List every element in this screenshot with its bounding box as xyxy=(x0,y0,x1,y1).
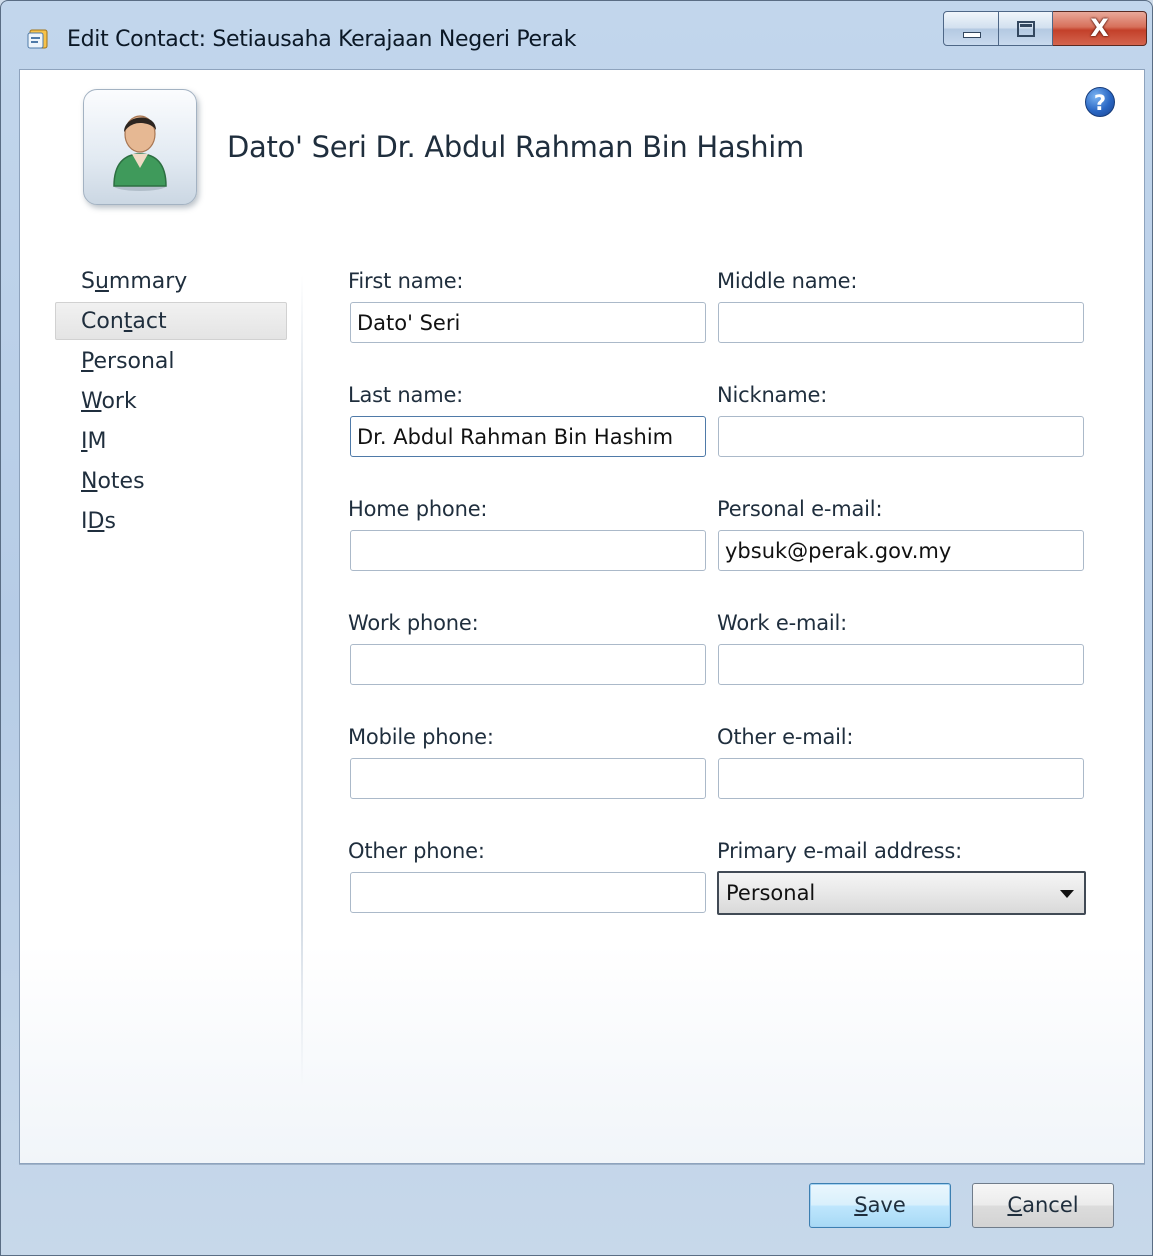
nav-divider xyxy=(301,275,303,1087)
help-icon[interactable]: ? xyxy=(1085,87,1115,117)
nav-label: Con xyxy=(81,309,124,334)
nav-item-notes[interactable]: Notes xyxy=(55,462,287,500)
work-email-label: Work e-mail: xyxy=(717,611,848,635)
nav-access-key: u xyxy=(94,269,109,294)
minimize-button[interactable] xyxy=(943,11,999,46)
work-phone-label: Work phone: xyxy=(348,611,479,635)
save-access-key: S xyxy=(854,1193,868,1217)
close-button[interactable]: X xyxy=(1053,11,1147,46)
cancel-button[interactable]: Cancel xyxy=(972,1183,1114,1228)
home-phone-label: Home phone: xyxy=(348,497,488,521)
primary-email-selected-value: Personal xyxy=(726,881,816,905)
footer-separator xyxy=(19,1164,1145,1165)
contact-display-name: Dato' Seri Dr. Abdul Rahman Bin Hashim xyxy=(227,130,804,164)
dialog-content: Dato' Seri Dr. Abdul Rahman Bin Hashim ?… xyxy=(19,69,1145,1164)
primary-email-select[interactable]: Personal xyxy=(717,871,1086,915)
nav-label: mmary xyxy=(108,269,188,294)
title-bar[interactable]: Edit Contact: Setiausaha Kerajaan Negeri… xyxy=(1,1,1152,69)
nav-label: s xyxy=(104,509,116,534)
nav-item-summary[interactable]: Summary xyxy=(55,262,287,300)
nickname-field[interactable] xyxy=(718,416,1084,457)
nickname-label: Nickname: xyxy=(717,383,828,407)
home-phone-field[interactable] xyxy=(350,530,706,571)
dropdown-arrow-icon[interactable] xyxy=(1060,890,1074,898)
minimize-icon xyxy=(963,32,981,38)
mobile-phone-label: Mobile phone: xyxy=(348,725,494,749)
cancel-access-key: C xyxy=(1007,1193,1023,1217)
last-name-label: Last name: xyxy=(348,383,464,407)
maximize-icon xyxy=(1017,21,1035,37)
close-icon: X xyxy=(1090,14,1109,42)
personal-email-label: Personal e-mail: xyxy=(717,497,883,521)
nav-access-key: P xyxy=(81,349,94,374)
section-nav: Summary Contact Personal Work IM Notes I… xyxy=(55,262,287,542)
first-name-field[interactable] xyxy=(350,302,706,343)
nav-access-key: W xyxy=(81,389,102,414)
window-title: Edit Contact: Setiausaha Kerajaan Negeri… xyxy=(67,27,577,52)
person-icon xyxy=(113,115,167,191)
work-phone-field[interactable] xyxy=(350,644,706,685)
save-label: ave xyxy=(867,1193,906,1217)
nav-label: M xyxy=(87,429,107,454)
work-email-field[interactable] xyxy=(718,644,1084,685)
cancel-label: ancel xyxy=(1022,1193,1079,1217)
edit-contact-window: Edit Contact: Setiausaha Kerajaan Negeri… xyxy=(0,0,1153,1256)
mobile-phone-field[interactable] xyxy=(350,758,706,799)
nav-item-personal[interactable]: Personal xyxy=(55,342,287,380)
other-email-field[interactable] xyxy=(718,758,1084,799)
middle-name-label: Middle name: xyxy=(717,269,858,293)
middle-name-field[interactable] xyxy=(718,302,1084,343)
nav-label: act xyxy=(132,309,167,334)
nav-item-im[interactable]: IM xyxy=(55,422,287,460)
other-email-label: Other e-mail: xyxy=(717,725,854,749)
maximize-button[interactable] xyxy=(999,11,1053,46)
first-name-label: First name: xyxy=(348,269,464,293)
nav-item-ids[interactable]: IDs xyxy=(55,502,287,540)
personal-email-field[interactable] xyxy=(718,530,1084,571)
save-button[interactable]: Save xyxy=(809,1183,951,1228)
nav-access-key: D xyxy=(87,509,105,534)
nav-label: otes xyxy=(97,469,145,494)
primary-email-label: Primary e-mail address: xyxy=(717,839,962,863)
last-name-field[interactable] xyxy=(350,416,706,457)
other-phone-label: Other phone: xyxy=(348,839,485,863)
nav-access-key: N xyxy=(81,469,98,494)
nav-label: ork xyxy=(101,389,137,414)
nav-label: S xyxy=(81,269,95,294)
nav-label: ersonal xyxy=(93,349,175,374)
nav-item-contact[interactable]: Contact xyxy=(55,302,287,340)
nav-item-work[interactable]: Work xyxy=(55,382,287,420)
contacts-app-icon xyxy=(27,28,49,50)
contact-avatar[interactable] xyxy=(83,89,197,205)
other-phone-field[interactable] xyxy=(350,872,706,913)
